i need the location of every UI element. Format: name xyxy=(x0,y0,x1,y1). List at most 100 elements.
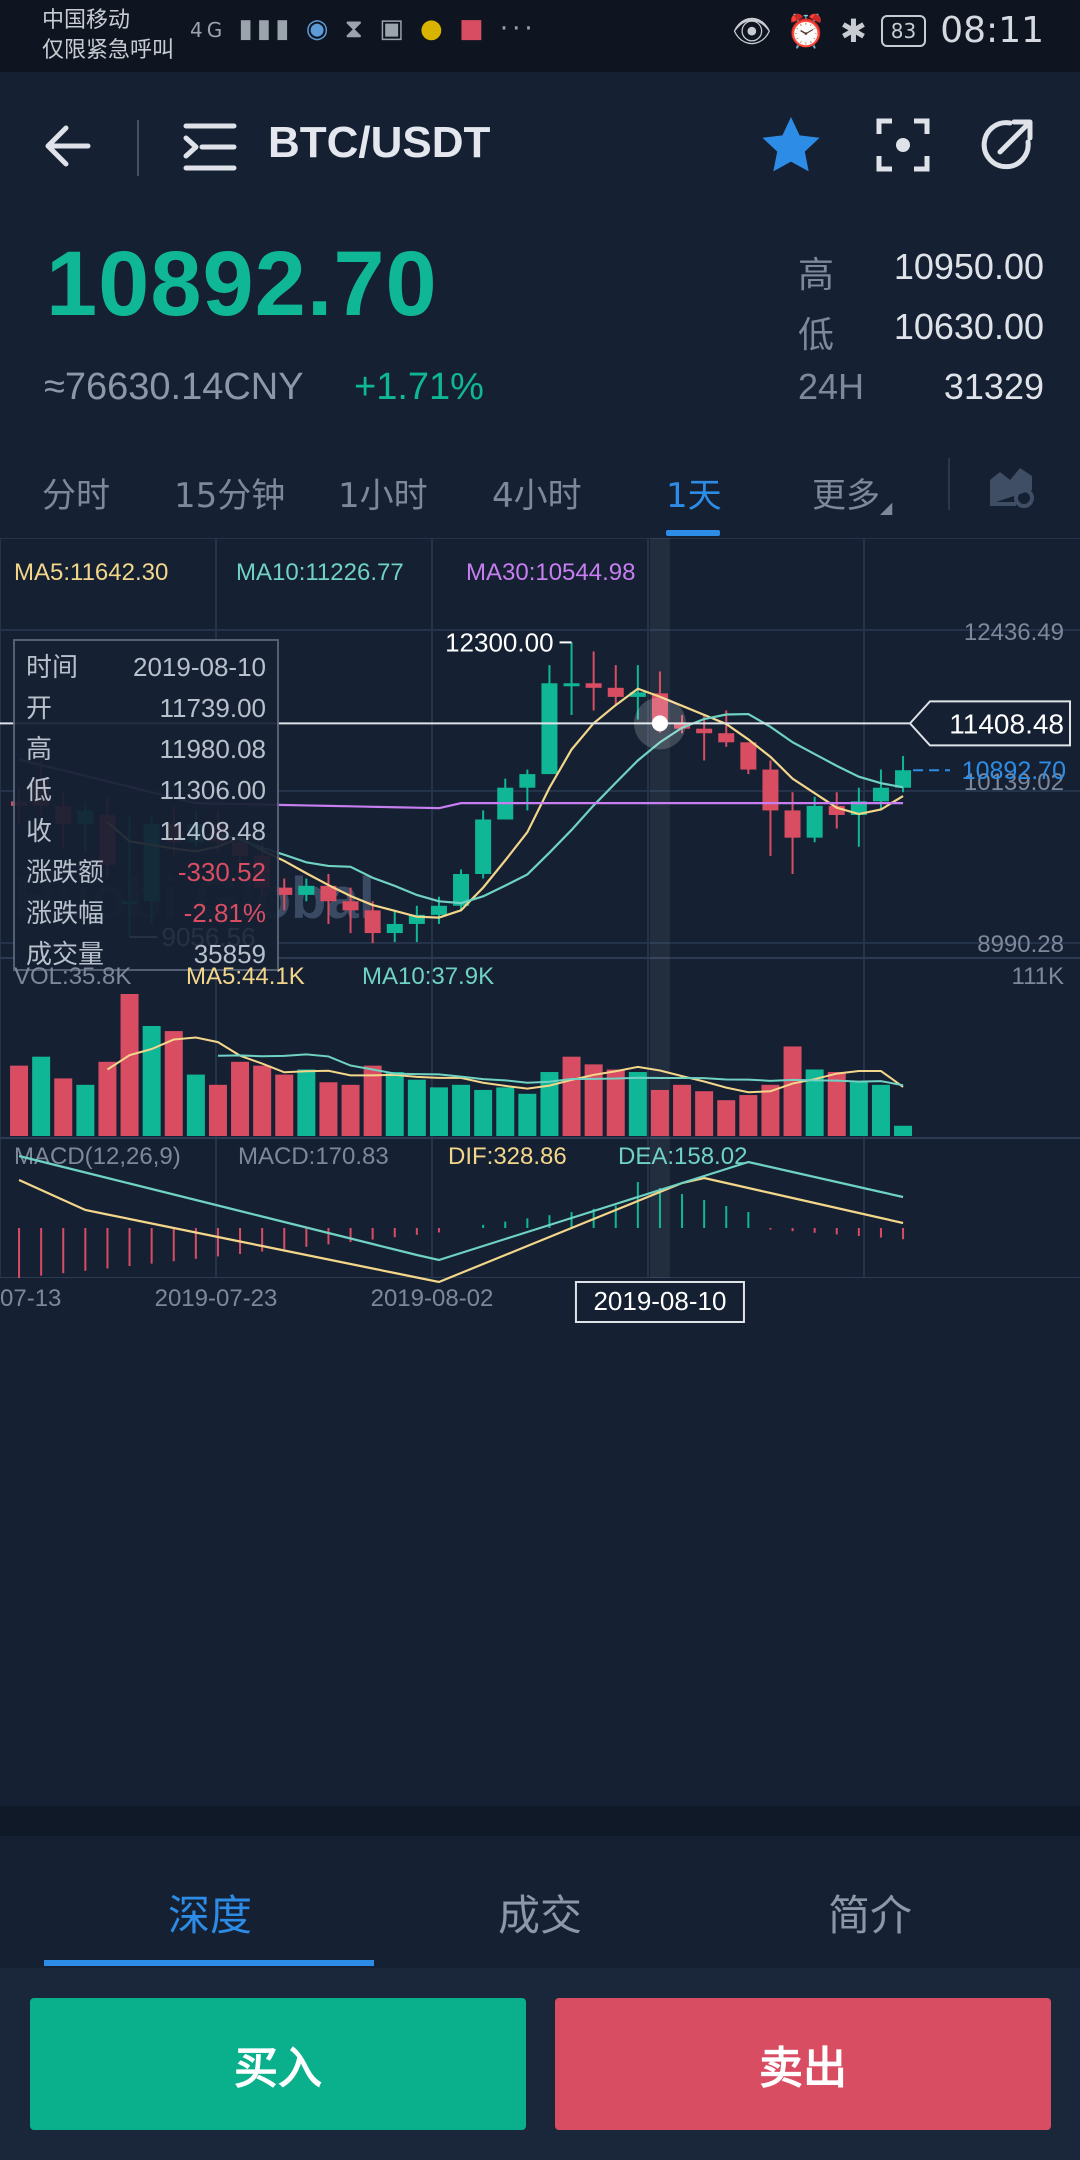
volume-bar xyxy=(518,1093,537,1136)
ma10-legend: MA10:11226.77 xyxy=(236,559,404,586)
low-value: 10630.00 xyxy=(893,306,1044,347)
volume-bar xyxy=(54,1078,73,1136)
signal-icons: 4G ▮▮▮ ◉ ⧗ ▣ ● ■ ··· xyxy=(190,14,537,45)
tab-15min[interactable]: 15分钟 xyxy=(174,468,285,517)
change-percent: +1.71% xyxy=(354,366,484,408)
volume-value: 31329 xyxy=(943,366,1044,407)
more-icon: ··· xyxy=(499,14,537,44)
candle-body xyxy=(563,683,580,687)
x-axis-label: 2019-08-02 xyxy=(371,1285,494,1312)
candle-body xyxy=(585,683,602,688)
volume-legend: VOL:35.8K xyxy=(14,963,131,990)
tab-4hour[interactable]: 4小时 xyxy=(492,468,582,517)
ma5-legend: MA5:11642.30 xyxy=(14,559,168,586)
candle-body xyxy=(784,810,801,838)
volume-bar xyxy=(186,1074,205,1136)
coin-icon: ● xyxy=(420,14,447,44)
tab-1hour[interactable]: 1小时 xyxy=(338,468,428,517)
scan-icon[interactable] xyxy=(876,118,930,172)
volume-bar xyxy=(208,1084,227,1136)
star-icon[interactable] xyxy=(760,114,822,176)
app-icon: ■ xyxy=(458,14,488,44)
info-value: 11739.00 xyxy=(159,693,266,723)
volume-bar xyxy=(628,1072,647,1136)
volume-bar xyxy=(673,1084,692,1136)
volume-bar xyxy=(275,1074,294,1136)
info-value: 2019-08-10 xyxy=(133,652,266,682)
tab-depth[interactable]: 深度 xyxy=(168,1882,252,1943)
active-tab-indicator xyxy=(666,530,720,536)
bottom-tabs: 深度 成交 简介 xyxy=(0,1836,1080,1968)
candle-body xyxy=(541,683,558,775)
info-key: 开 xyxy=(26,693,52,723)
active-bottom-tab-indicator xyxy=(44,1960,374,1966)
tab-more-label: 更多 xyxy=(812,476,880,516)
info-value: 11408.48 xyxy=(159,816,266,846)
kline-svg[interactable]: Huobi GlobalMA5:11642.30MA10:11226.77MA3… xyxy=(0,537,1080,1806)
volume-bar xyxy=(32,1056,51,1136)
info-value: -2.81% xyxy=(184,898,266,928)
high-label: 高 xyxy=(798,254,835,295)
volume-bar xyxy=(98,1061,117,1136)
info-key: 高 xyxy=(26,734,52,764)
volume-bar xyxy=(407,1079,426,1136)
back-arrow-icon[interactable] xyxy=(40,118,96,174)
section-gap xyxy=(0,1806,1080,1836)
macd-value: MACD:170.83 xyxy=(238,1143,389,1170)
hourglass-icon: ⧗ xyxy=(344,14,367,44)
chart-settings-icon[interactable] xyxy=(986,460,1036,510)
tab-1day[interactable]: 1天 xyxy=(666,468,722,517)
candle-body xyxy=(895,770,912,788)
share-icon[interactable] xyxy=(978,116,1036,174)
info-key: 时间 xyxy=(26,652,78,682)
volume-bar xyxy=(452,1084,471,1136)
low-label: 低 xyxy=(798,314,835,355)
pair-title[interactable]: BTC/USDT xyxy=(268,118,490,168)
action-bar: 买入 卖出 xyxy=(0,1968,1080,2160)
volume-bar xyxy=(76,1084,95,1136)
candle-body xyxy=(872,787,889,802)
info-value: 11980.08 xyxy=(159,734,266,764)
tab-trades[interactable]: 成交 xyxy=(498,1882,582,1943)
macd-title: MACD(12,26,9) xyxy=(14,1143,181,1170)
y-axis-label-bottom: 8990.28 xyxy=(977,931,1064,958)
candle-body xyxy=(762,769,779,811)
crosshair-dot xyxy=(651,715,668,732)
candle-body xyxy=(364,910,381,934)
menu-icon[interactable] xyxy=(182,120,238,174)
volume-bar xyxy=(562,1056,581,1136)
divider xyxy=(137,120,139,176)
briefcase-icon: ▣ xyxy=(379,14,408,44)
info-value: 11306.00 xyxy=(159,775,266,805)
tab-timeshare[interactable]: 分时 xyxy=(42,468,110,517)
volume-ma5-legend: MA5:44.1K xyxy=(186,963,305,990)
volume-bar xyxy=(385,1072,404,1136)
volume-label: 24H xyxy=(798,366,865,407)
volume-bar xyxy=(142,1025,161,1136)
volume-bar xyxy=(894,1125,913,1136)
candle-body xyxy=(342,901,359,911)
volume-bar xyxy=(297,1069,316,1136)
dif-value: DIF:328.86 xyxy=(448,1143,567,1170)
candle-body xyxy=(430,905,447,915)
volume-bar xyxy=(120,994,139,1136)
high-value: 10950.00 xyxy=(893,246,1044,287)
triangle-down-icon: ◢ xyxy=(880,498,893,517)
tab-intro[interactable]: 简介 xyxy=(828,1882,912,1943)
kline-chart[interactable]: Huobi GlobalMA5:11642.30MA10:11226.77MA3… xyxy=(0,537,1080,1806)
sell-button[interactable]: 卖出 xyxy=(555,1998,1051,2130)
bluetooth-icon: ✱ xyxy=(839,11,867,50)
last-price: 10892.70 xyxy=(46,233,438,335)
volume-bar xyxy=(474,1089,493,1136)
tab-more[interactable]: 更多◢ xyxy=(812,468,892,517)
last-price-tag: 10892.70 xyxy=(962,757,1066,785)
carrier-status: 仅限紧急呼叫 xyxy=(42,38,175,63)
volume-bar xyxy=(319,1082,338,1136)
carrier-text: 中国移动 仅限紧急呼叫 xyxy=(42,6,174,66)
battery-icon: 83 xyxy=(880,14,927,47)
location-icon: ◉ xyxy=(305,14,333,44)
network-type: 4G xyxy=(190,18,227,42)
buy-button[interactable]: 买入 xyxy=(30,1998,526,2130)
volume-bar xyxy=(783,1046,802,1136)
x-axis-label: 07-13 xyxy=(0,1285,61,1312)
